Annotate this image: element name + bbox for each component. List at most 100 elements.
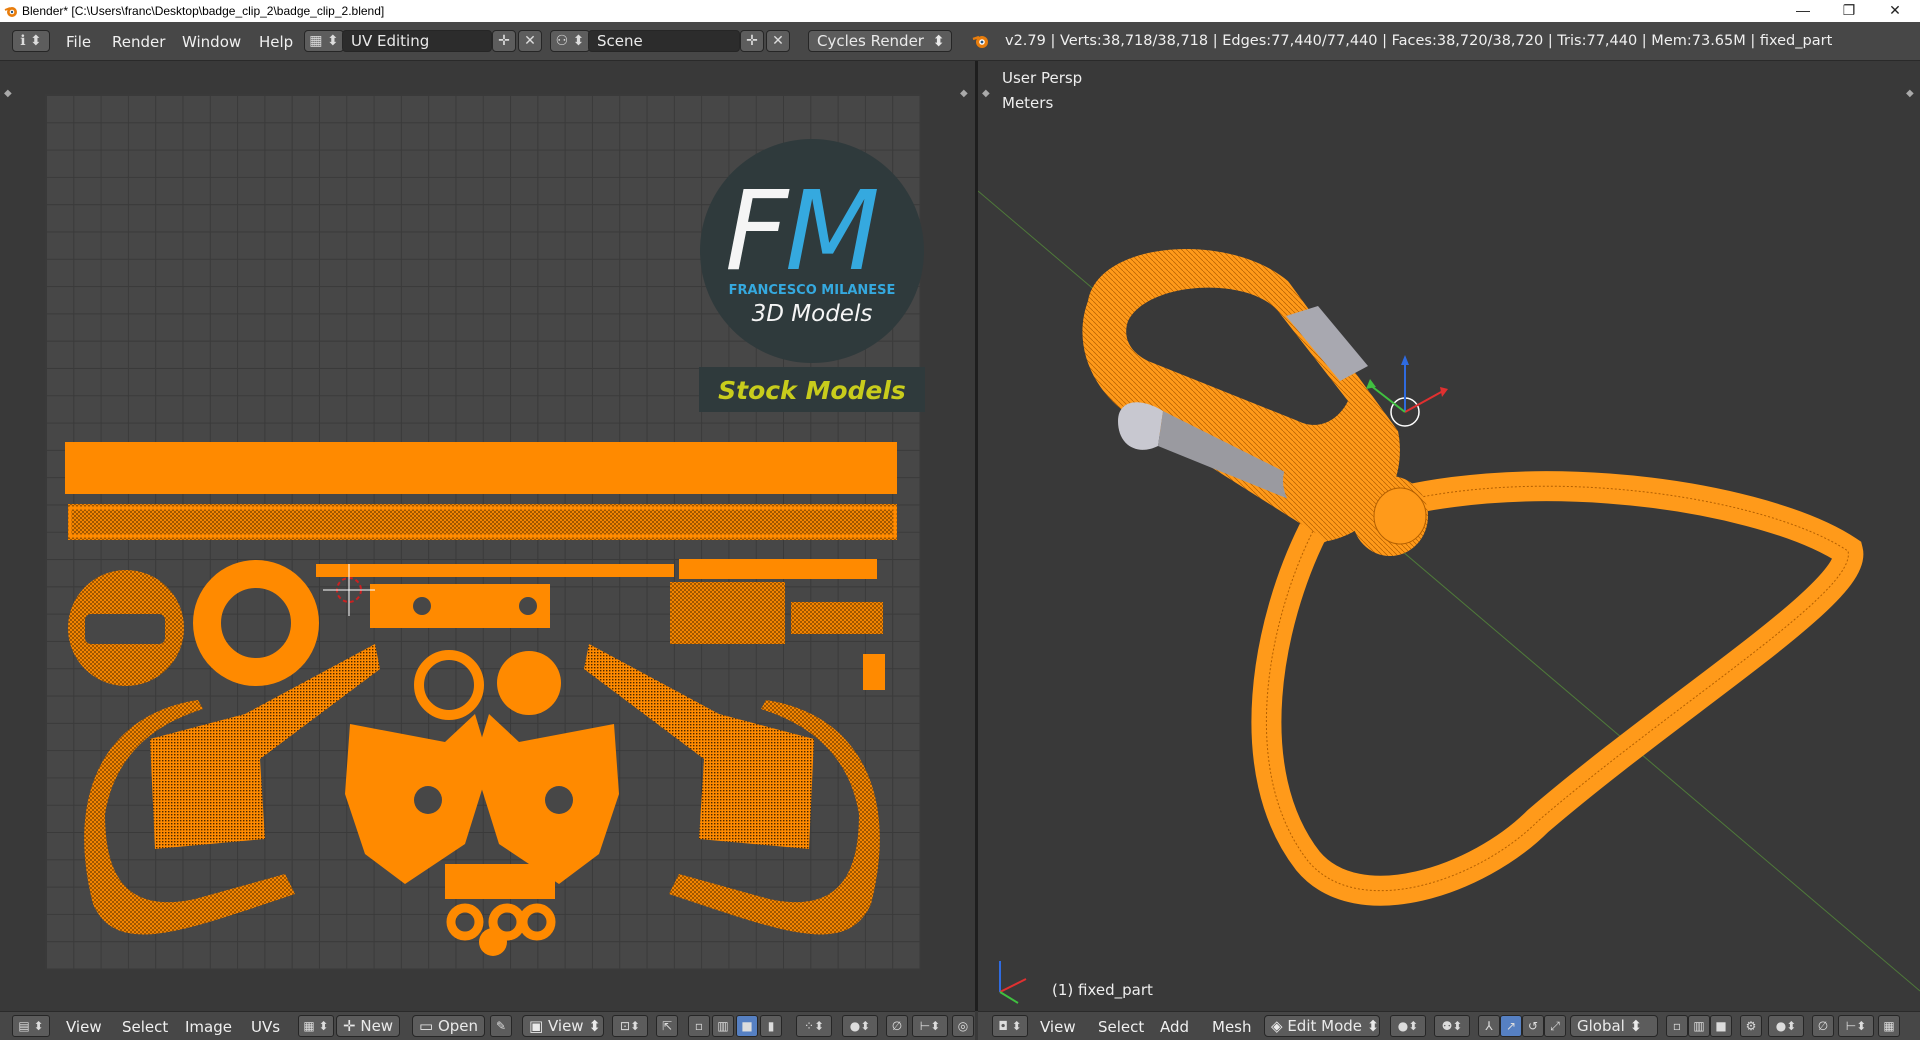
- uv-island-block: [791, 602, 883, 634]
- uv-menu-image[interactable]: Image: [185, 1018, 232, 1036]
- vp-menu-add[interactable]: Add: [1160, 1018, 1189, 1036]
- close-button[interactable]: ✕: [1872, 0, 1918, 22]
- vertex-select-mode-icon[interactable]: ▫: [1666, 1015, 1688, 1037]
- edge-select-icon[interactable]: ▥: [712, 1015, 734, 1037]
- uv-editor-header: ▤ ⬍ View Select Image UVs ▦ ⬍ ✛ New ▭ Op…: [0, 1011, 975, 1040]
- region-toggle-left-icon[interactable]: ◆: [4, 89, 14, 99]
- new-image-button[interactable]: ✛ New: [336, 1015, 401, 1037]
- scale-manipulator-icon[interactable]: ⤢: [1544, 1015, 1566, 1037]
- uv-menu-uvs[interactable]: UVs: [251, 1018, 280, 1036]
- uv-island-bottom: [445, 864, 555, 899]
- transform-orientation-dropdown[interactable]: Global ⬍: [1570, 1015, 1658, 1037]
- uv-island-small-disc: [497, 651, 561, 715]
- delete-screen-button[interactable]: ✕: [518, 30, 542, 52]
- restore-button[interactable]: ❐: [1826, 0, 1872, 22]
- face-select-icon[interactable]: ■: [736, 1015, 758, 1037]
- view-mode-dropdown[interactable]: ▣ View ⬍: [522, 1015, 604, 1037]
- vp-menu-mesh[interactable]: Mesh: [1212, 1018, 1252, 1036]
- viewport-shading-icon[interactable]: ●⬍: [1390, 1015, 1426, 1037]
- sync-selection-icon[interactable]: ⇱: [656, 1015, 678, 1037]
- screen-layout-selector[interactable]: ▦ ⬍: [304, 30, 344, 52]
- manipulator-toggle-icon[interactable]: ⅄: [1478, 1015, 1500, 1037]
- model-clip-latch: [1118, 402, 1163, 450]
- viewport-scene[interactable]: [978, 61, 1920, 1011]
- proportional-edit-icon[interactable]: ●⬍: [842, 1015, 878, 1037]
- scene-statistics: v2.79 | Verts:38,718/38,718 | Edges:77,4…: [1005, 33, 1833, 49]
- occlude-geometry-icon[interactable]: ⚙: [1740, 1015, 1762, 1037]
- watermark-subtitle: 3D Models: [752, 301, 873, 327]
- plus-icon: ✛: [746, 33, 758, 49]
- blender-logo-icon: [972, 35, 988, 48]
- snap-icon[interactable]: ∅: [886, 1015, 908, 1037]
- open-image-button[interactable]: ▭ Open: [412, 1015, 486, 1037]
- uv-island-group: [65, 442, 897, 956]
- vp-menu-select[interactable]: Select: [1098, 1018, 1144, 1036]
- window-titlebar: Blender* [C:\Users\franc\Desktop\badge_c…: [0, 0, 1920, 22]
- watermark-logo-m: M: [785, 167, 880, 295]
- uv-island-wing: [584, 644, 814, 849]
- rotate-manipulator-icon[interactable]: ↺: [1522, 1015, 1544, 1037]
- pivot-point-icon[interactable]: ⚉⬍: [1434, 1015, 1470, 1037]
- vp-menu-view[interactable]: View: [1040, 1018, 1076, 1036]
- vertex-select-icon[interactable]: ▫: [688, 1015, 710, 1037]
- blender-app-icon: [4, 7, 17, 17]
- editor-type-info-button[interactable]: ℹ ⬍: [12, 30, 50, 52]
- fm-watermark: F M FRANCESCO MILANESE 3D Models Stock M…: [699, 139, 925, 412]
- delete-scene-button[interactable]: ✕: [766, 30, 790, 52]
- uv-island-thin-bar: [679, 559, 877, 579]
- layers-icon[interactable]: ▦: [1878, 1015, 1900, 1037]
- add-scene-button[interactable]: ✛: [740, 30, 764, 52]
- watermark-banner-text: Stock Models: [718, 376, 906, 405]
- snap-target-icon[interactable]: ⊢⬍: [912, 1015, 948, 1037]
- render-engine-dropdown[interactable]: Cycles Render ⬍: [808, 30, 952, 52]
- x-icon: ✕: [772, 33, 784, 49]
- uv-island-small-ring: [414, 650, 484, 720]
- new-label: New: [360, 1017, 394, 1035]
- translate-manipulator-icon[interactable]: ↗: [1500, 1015, 1522, 1037]
- scene-field[interactable]: Scene: [588, 30, 740, 52]
- menu-file[interactable]: File: [66, 33, 91, 51]
- pivot-icon[interactable]: ⊡⬍: [612, 1015, 648, 1037]
- uv-island-small: [863, 654, 885, 690]
- view-mode-icon: ▣: [529, 1017, 544, 1035]
- mode-dropdown[interactable]: ◈ Edit Mode ⬍: [1264, 1015, 1380, 1037]
- image-icon: ▦: [303, 1019, 315, 1033]
- uv-island-strip: [65, 442, 897, 494]
- render-engine-label: Cycles Render: [817, 32, 924, 50]
- island-select-icon[interactable]: ▮: [760, 1015, 782, 1037]
- editor-type-selector[interactable]: ▤ ⬍: [12, 1015, 50, 1037]
- viewport-header: ◘ ⬍ View Select Add Mesh ◈ Edit Mode ⬍ ●…: [978, 1011, 1920, 1040]
- info-icon: ℹ: [20, 33, 26, 49]
- minimize-button[interactable]: —: [1780, 0, 1826, 22]
- uv-island-thin-bar: [316, 564, 674, 577]
- snap-toggle-icon[interactable]: ∅: [1812, 1015, 1834, 1037]
- info-header: ℹ ⬍ File Render Window Help ▦ ⬍ UV Editi…: [0, 22, 1920, 61]
- region-toggle-right-icon[interactable]: ◆: [960, 89, 970, 99]
- face-select-mode-icon[interactable]: ■: [1710, 1015, 1732, 1037]
- image-browse-button[interactable]: ▦ ⬍: [298, 1015, 334, 1037]
- render-slot-icon[interactable]: ◎: [952, 1015, 974, 1037]
- screen-layout-field[interactable]: UV Editing: [342, 30, 492, 52]
- uv-menu-select[interactable]: Select: [122, 1018, 168, 1036]
- proportional-editing-icon[interactable]: ●⬍: [1768, 1015, 1804, 1037]
- editor-type-selector[interactable]: ◘ ⬍: [992, 1015, 1028, 1037]
- image-editor-icon: ▤: [18, 1019, 30, 1033]
- layout-grid-icon: ▦: [309, 33, 323, 49]
- pin-icon[interactable]: ✎: [490, 1015, 512, 1037]
- menu-render[interactable]: Render: [112, 33, 165, 51]
- sticky-select-icon[interactable]: ⁘⬍: [796, 1015, 832, 1037]
- dropdown-arrows-icon: ⬍: [932, 32, 945, 50]
- scene-selector[interactable]: ⚇ ⬍: [550, 30, 590, 52]
- add-screen-button[interactable]: ✛: [492, 30, 516, 52]
- watermark-author: FRANCESCO MILANESE: [729, 283, 896, 298]
- snap-element-icon[interactable]: ⊢⬍: [1838, 1015, 1874, 1037]
- uv-menu-view[interactable]: View: [66, 1018, 102, 1036]
- edge-select-mode-icon[interactable]: ▥: [1688, 1015, 1710, 1037]
- menu-window[interactable]: Window: [182, 33, 241, 51]
- uv-island-block: [670, 582, 785, 644]
- menu-help[interactable]: Help: [259, 33, 293, 51]
- view-axes-indicator: [999, 961, 1027, 1004]
- model-ring-loop[interactable]: [1251, 471, 1864, 906]
- uv-island-ring: [193, 560, 319, 686]
- watermark-logo-f: F: [725, 167, 790, 295]
